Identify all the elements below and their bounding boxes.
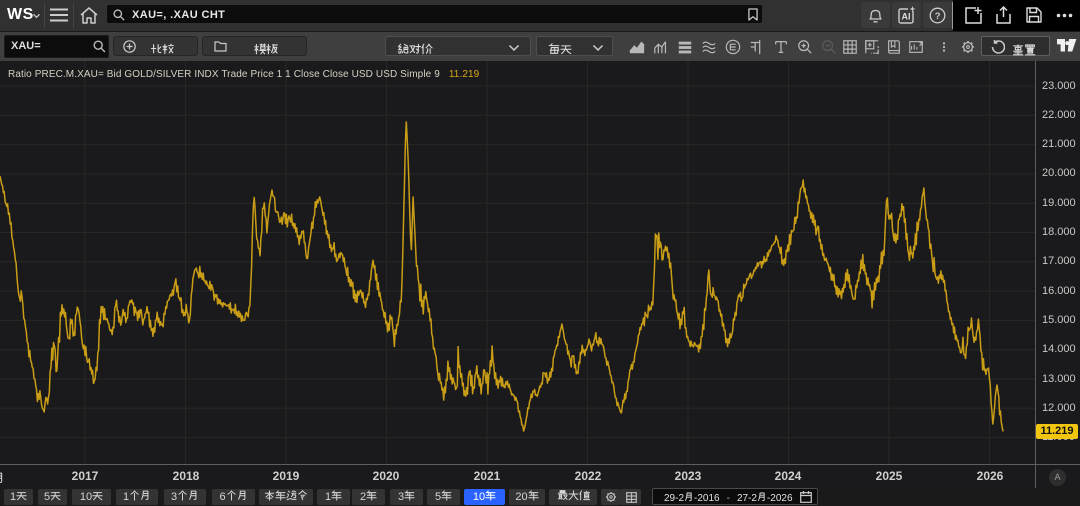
svg-text:AI: AI — [902, 12, 911, 22]
svg-text:?: ? — [935, 11, 941, 22]
